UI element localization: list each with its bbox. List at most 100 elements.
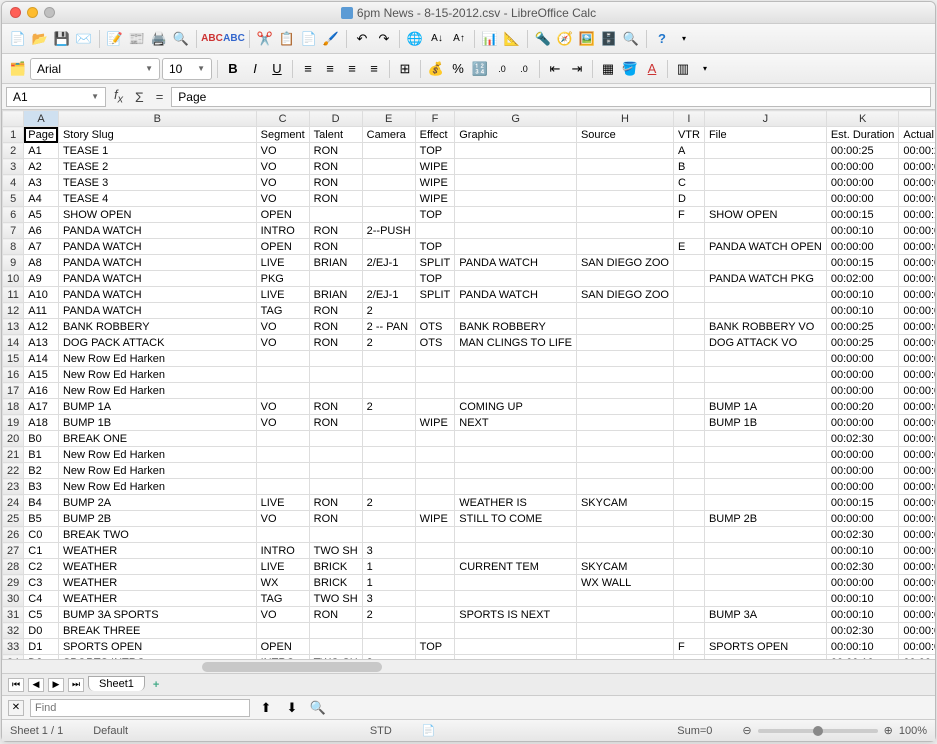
sort-desc-icon[interactable]: A↑ [449, 29, 469, 49]
cell[interactable] [455, 623, 577, 639]
column-header[interactable]: B [58, 111, 256, 127]
cell[interactable] [673, 415, 704, 431]
cell[interactable] [415, 383, 455, 399]
cell[interactable]: 00:00:20 [826, 399, 899, 415]
cell[interactable]: 00:00:00 [899, 319, 935, 335]
cell[interactable]: C4 [24, 591, 59, 607]
cell[interactable] [362, 271, 415, 287]
cell[interactable] [309, 271, 362, 287]
cell[interactable]: 00:00:00 [899, 383, 935, 399]
cell[interactable] [576, 511, 673, 527]
cell[interactable]: Graphic [455, 127, 577, 143]
row-header[interactable]: 15 [3, 351, 24, 367]
cell[interactable] [455, 239, 577, 255]
cell[interactable] [673, 447, 704, 463]
cell[interactable] [673, 527, 704, 543]
cell[interactable] [309, 463, 362, 479]
cell[interactable] [673, 367, 704, 383]
cell[interactable]: BUMP 2B [704, 511, 826, 527]
cell[interactable]: PANDA WATCH [58, 239, 256, 255]
cell[interactable]: 00:00:00 [899, 447, 935, 463]
cell[interactable]: Page [24, 127, 59, 143]
cell[interactable]: LIVE [256, 559, 309, 575]
cell[interactable]: 00:00:00 [826, 191, 899, 207]
cell[interactable]: BUMP 1A [58, 399, 256, 415]
cell[interactable] [256, 463, 309, 479]
cell[interactable]: Story Slug [58, 127, 256, 143]
cell[interactable]: WIPE [415, 415, 455, 431]
find-options-icon[interactable]: 🔍 [308, 698, 328, 718]
cell[interactable]: 00:00:00 [826, 351, 899, 367]
cell[interactable]: Source [576, 127, 673, 143]
cell[interactable] [704, 143, 826, 159]
cell[interactable]: LIVE [256, 255, 309, 271]
cell[interactable]: PANDA WATCH OPEN [704, 239, 826, 255]
cell[interactable] [576, 271, 673, 287]
pdf-icon[interactable]: 📰 [127, 29, 147, 49]
zoom-percent[interactable]: 100% [899, 725, 927, 737]
cell[interactable] [704, 287, 826, 303]
cell[interactable] [704, 559, 826, 575]
cell[interactable]: 00:00:25 [826, 319, 899, 335]
cell[interactable]: VO [256, 175, 309, 191]
cell[interactable] [576, 415, 673, 431]
column-header[interactable]: J [704, 111, 826, 127]
row-header[interactable]: 31 [3, 607, 24, 623]
row-header[interactable]: 20 [3, 431, 24, 447]
row-header[interactable]: 12 [3, 303, 24, 319]
cell[interactable] [673, 383, 704, 399]
zoom-window-icon[interactable] [44, 7, 55, 18]
cell[interactable] [455, 479, 577, 495]
cell[interactable] [673, 559, 704, 575]
cell[interactable] [362, 527, 415, 543]
cell[interactable] [256, 431, 309, 447]
cell[interactable]: 00:00:00 [899, 543, 935, 559]
cell[interactable]: 00:00:00 [899, 191, 935, 207]
cell[interactable]: 00:00:00 [899, 527, 935, 543]
cell[interactable]: 2/EJ-1 [362, 255, 415, 271]
cell[interactable]: 00:00:00 [899, 591, 935, 607]
cell[interactable]: A9 [24, 271, 59, 287]
cell[interactable]: New Row Ed Harken [58, 367, 256, 383]
cell[interactable] [576, 207, 673, 223]
cell[interactable]: B4 [24, 495, 59, 511]
cell[interactable]: VO [256, 511, 309, 527]
cell[interactable]: PANDA WATCH [58, 223, 256, 239]
minimize-window-icon[interactable] [27, 7, 38, 18]
cell[interactable]: RON [309, 319, 362, 335]
cell[interactable]: C2 [24, 559, 59, 575]
cell[interactable] [455, 143, 577, 159]
cell[interactable]: 00:00:00 [826, 479, 899, 495]
scroll-thumb[interactable] [202, 662, 382, 672]
row-header[interactable]: 28 [3, 559, 24, 575]
cell[interactable]: TWO SH [309, 543, 362, 559]
cell[interactable] [673, 351, 704, 367]
cell[interactable]: 00:00:00 [899, 559, 935, 575]
bgcolor-icon[interactable]: 🪣 [620, 59, 640, 79]
cell[interactable]: SHOW OPEN [58, 207, 256, 223]
cell[interactable] [415, 303, 455, 319]
cell[interactable] [309, 367, 362, 383]
undo-icon[interactable]: ↶ [352, 29, 372, 49]
cell[interactable] [576, 223, 673, 239]
autospell-icon[interactable]: ABC [224, 29, 244, 49]
cell[interactable] [415, 591, 455, 607]
cell[interactable]: PKG [256, 271, 309, 287]
cell[interactable]: SPORTS IS NEXT [455, 607, 577, 623]
cell[interactable]: File [704, 127, 826, 143]
cell[interactable]: A12 [24, 319, 59, 335]
italic-icon[interactable]: I [245, 59, 265, 79]
cell[interactable]: 00:00:10 [826, 639, 899, 655]
insert-mode[interactable]: STD [370, 725, 392, 737]
cell[interactable]: 3 [362, 591, 415, 607]
cell[interactable] [673, 335, 704, 351]
cell[interactable] [576, 399, 673, 415]
cell[interactable]: 00:00:00 [899, 303, 935, 319]
cell[interactable] [455, 271, 577, 287]
cell[interactable]: BREAK ONE [58, 431, 256, 447]
cell[interactable] [309, 351, 362, 367]
cell[interactable] [455, 303, 577, 319]
cell[interactable] [455, 383, 577, 399]
cell[interactable]: B0 [24, 431, 59, 447]
cell[interactable] [673, 623, 704, 639]
